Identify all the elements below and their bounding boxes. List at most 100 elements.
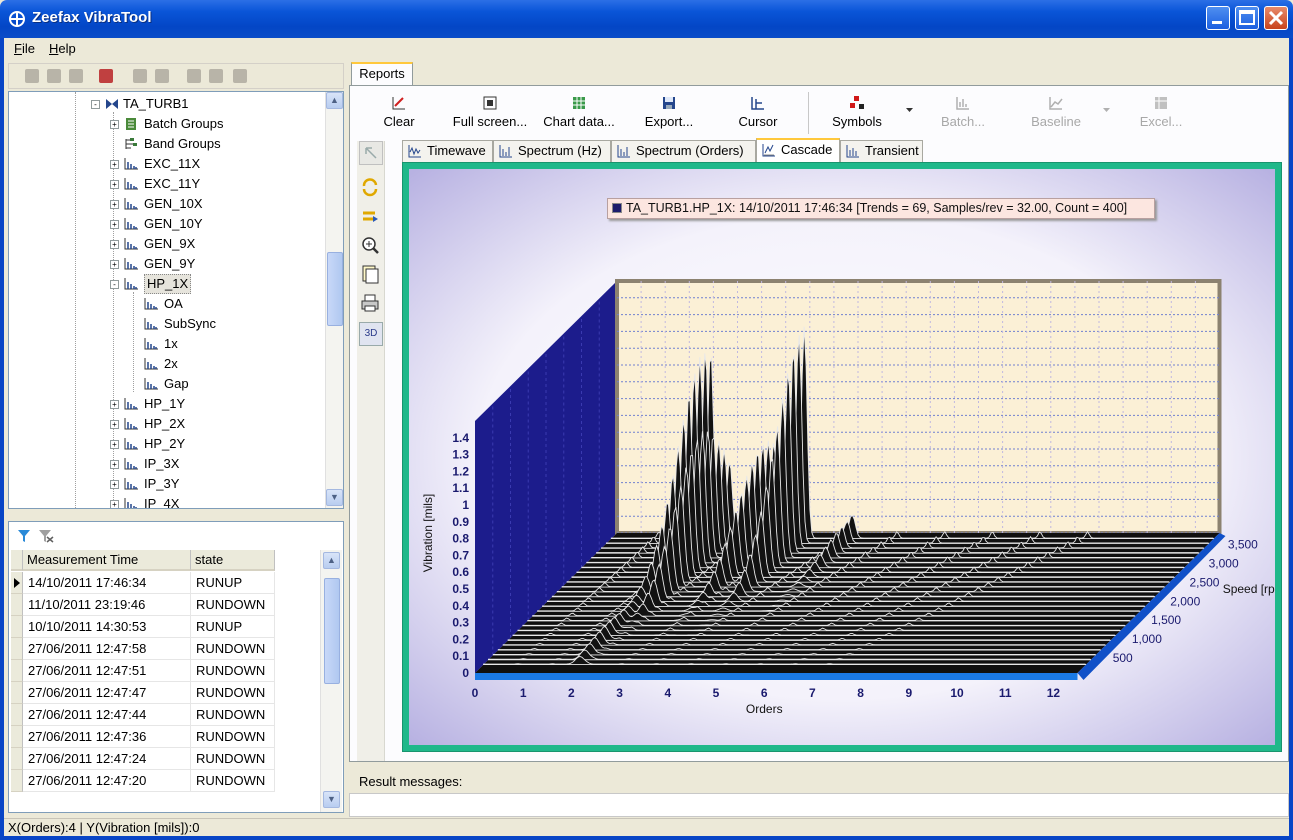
edit-node-icon[interactable]	[47, 69, 61, 83]
minimize-button[interactable]	[1206, 6, 1230, 30]
column-header-time[interactable]: Measurement Time	[23, 550, 191, 571]
export-label: Export...	[644, 114, 694, 129]
tree-expander[interactable]: +	[110, 400, 119, 409]
bar-chart-icon	[124, 498, 137, 508]
tree-expander[interactable]: +	[110, 180, 119, 189]
baseline-button[interactable]: Baseline	[1026, 95, 1086, 129]
y-tick-label: 0.2	[452, 632, 469, 646]
measurement-row[interactable]: 27/06/2011 12:47:20 RUNDOWN	[11, 770, 321, 792]
close-button[interactable]	[1264, 6, 1288, 30]
window-border-right	[1289, 38, 1293, 840]
tree-expander[interactable]: +	[110, 260, 119, 269]
delete-node-icon[interactable]	[69, 69, 83, 83]
tree-expander[interactable]: +	[110, 440, 119, 449]
tree-expander[interactable]: +	[110, 220, 119, 229]
checklist-icon[interactable]	[99, 69, 113, 83]
tree-expander[interactable]: +	[110, 120, 119, 129]
measurement-row[interactable]: 27/06/2011 12:47:51 RUNDOWN	[11, 660, 321, 682]
tab-reports[interactable]: Reports	[351, 62, 413, 86]
menu-file[interactable]: File	[14, 41, 35, 56]
stop-icon[interactable]	[233, 69, 247, 83]
symbols-icon	[850, 96, 864, 109]
tree-expander[interactable]: +	[110, 200, 119, 209]
measurement-time: 27/06/2011 12:47:58	[23, 638, 191, 660]
z-tick-label: 1,500	[1151, 613, 1181, 627]
x-tick-label: 5	[713, 686, 720, 700]
scroll-thumb[interactable]	[327, 252, 343, 326]
explorer-toolbar	[8, 63, 344, 89]
tree-expander[interactable]: -	[91, 100, 100, 109]
zoom-button[interactable]	[359, 234, 383, 258]
measurement-scrollbar[interactable]: ▲ ▼	[320, 550, 342, 812]
menu-help[interactable]: Help	[49, 41, 76, 56]
symbols-button[interactable]: Symbols	[828, 95, 886, 129]
clear-filter-icon[interactable]	[38, 529, 54, 543]
tab-spectrum-hz[interactable]: Spectrum (Hz)	[493, 140, 611, 162]
export-button[interactable]: Export...	[640, 95, 698, 129]
measurement-row[interactable]: 27/06/2011 12:47:44 RUNDOWN	[11, 704, 321, 726]
cascade-chart[interactable]: 0 0.1 0.2 0.3 0.4 0.5 0.6 0.7 0.8 0.9 1 1.1 1.2 1.3 1.…	[409, 169, 1288, 745]
bar-chart-icon	[144, 298, 158, 310]
move-button[interactable]	[359, 205, 383, 229]
tree-expander[interactable]: +	[110, 420, 119, 429]
y-tick-label: 0	[462, 666, 469, 680]
row-marker	[11, 726, 23, 748]
maximize-button[interactable]	[1235, 6, 1259, 30]
tab-transient[interactable]: Transient	[840, 140, 923, 162]
report-edit-icon[interactable]	[209, 69, 223, 83]
report-icon[interactable]	[187, 69, 201, 83]
y-tick-label: 0.3	[452, 616, 469, 630]
result-messages-box[interactable]	[349, 793, 1289, 817]
z-axis-title: Speed [rpm]	[1223, 582, 1275, 596]
measurement-row[interactable]: 27/06/2011 12:47:58 RUNDOWN	[11, 638, 321, 660]
batch-button[interactable]: Batch...	[936, 95, 990, 129]
chevron-down-icon[interactable]	[1103, 108, 1110, 113]
tree-expander[interactable]: +	[110, 460, 119, 469]
x-tick-label: 8	[857, 686, 864, 700]
export-icon[interactable]	[155, 69, 169, 83]
add-node-icon[interactable]	[25, 69, 39, 83]
scroll-down-button[interactable]: ▼	[323, 791, 340, 808]
excel-button[interactable]: Excel...	[1136, 95, 1186, 129]
scroll-down-button[interactable]: ▼	[326, 489, 343, 506]
tree-expander[interactable]: +	[110, 160, 119, 169]
measurement-row[interactable]: 27/06/2011 12:47:36 RUNDOWN	[11, 726, 321, 748]
pointer-button[interactable]	[359, 141, 383, 165]
full-screen-button[interactable]: Full screen...	[450, 95, 530, 129]
filter-icon[interactable]	[17, 529, 31, 543]
tree-item-label: EXC_11X	[144, 156, 201, 171]
tab-spectrum-orders[interactable]: Spectrum (Orders)	[611, 140, 756, 162]
measurement-row[interactable]: 14/10/2011 17:46:34 RUNUP	[11, 572, 321, 594]
column-header-state[interactable]: state	[191, 550, 275, 571]
tab-cascade[interactable]: Cascade	[756, 138, 840, 162]
y-tick-label: 0.4	[452, 599, 469, 613]
bar-chart-icon	[144, 378, 158, 390]
y-tick-label: 1.3	[452, 448, 469, 462]
import-icon[interactable]	[133, 69, 147, 83]
3d-toggle-button[interactable]: 3D	[359, 322, 383, 346]
tree-scrollbar[interactable]: ▲ ▼	[325, 92, 343, 508]
chevron-down-icon[interactable]	[906, 108, 913, 113]
tab-timewave[interactable]: Timewave	[402, 140, 493, 162]
refresh-button[interactable]	[359, 176, 383, 200]
tree-expander[interactable]: +	[110, 480, 119, 489]
scroll-up-button[interactable]: ▲	[323, 552, 340, 569]
chart-area[interactable]: 0 0.1 0.2 0.3 0.4 0.5 0.6 0.7 0.8 0.9 1 1.1 1.2 1.3 1.…	[409, 169, 1288, 745]
copy-button[interactable]	[359, 263, 383, 287]
measurement-row[interactable]: 10/10/2011 14:30:53 RUNUP	[11, 616, 321, 638]
measurement-row[interactable]: 11/10/2011 23:19:46 RUNDOWN	[11, 594, 321, 616]
measurement-row[interactable]: 27/06/2011 12:47:24 RUNDOWN	[11, 748, 321, 770]
tree-expander[interactable]: -	[110, 280, 119, 289]
print-button[interactable]	[359, 292, 383, 316]
tree-expander[interactable]: +	[110, 500, 119, 508]
tab-timewave-label: Timewave	[427, 143, 486, 158]
clear-button[interactable]: Clear	[382, 95, 416, 129]
y-tick-label: 1.2	[452, 464, 469, 478]
cursor-button[interactable]: Cursor	[736, 95, 780, 129]
measurement-row[interactable]: 27/06/2011 12:47:47 RUNDOWN	[11, 682, 321, 704]
scroll-thumb[interactable]	[324, 578, 340, 684]
row-marker	[11, 748, 23, 770]
scroll-up-button[interactable]: ▲	[326, 92, 343, 109]
chart-data-button[interactable]: Chart data...	[539, 95, 619, 129]
tree-expander[interactable]: +	[110, 240, 119, 249]
